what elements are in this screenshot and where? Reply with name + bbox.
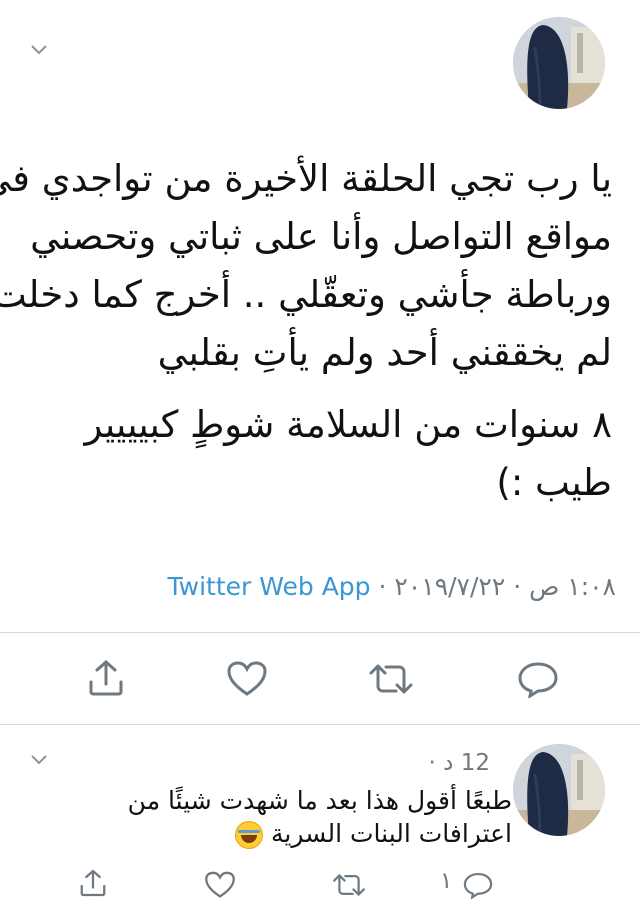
tweet-line: ورباطة جأشي وتعقّلي .. أخرج كما دخلت bbox=[0, 273, 612, 316]
reply-count: ١ bbox=[440, 868, 453, 894]
tweet-date: ٢٠١٩/٧/٢٢ bbox=[394, 572, 506, 601]
tweet-line: يا رب تجي الحلقة الأخيرة من تواجدي في bbox=[0, 157, 612, 200]
avatar-image bbox=[513, 744, 605, 836]
divider bbox=[0, 632, 640, 633]
meta-separator: · bbox=[428, 750, 436, 776]
reply-avatar[interactable] bbox=[513, 744, 605, 836]
divider bbox=[0, 724, 640, 725]
retweet-icon[interactable] bbox=[332, 872, 366, 898]
tweet-actions bbox=[0, 650, 640, 710]
reply-header: 12 د · bbox=[429, 750, 490, 776]
chevron-down-icon[interactable] bbox=[30, 44, 48, 56]
reply-line: طبعًا أقول هذا بعد ما شهدت شيئًا من bbox=[127, 786, 512, 815]
speech-bubble-icon[interactable] bbox=[516, 660, 560, 698]
reply-line-text: اعترافات البنات السرية bbox=[271, 819, 512, 848]
heart-icon[interactable] bbox=[226, 660, 268, 698]
tweet-line: ٨ سنوات من السلامة شوطٍ كبيييير bbox=[84, 403, 612, 446]
face-with-tears-of-joy-emoji bbox=[235, 821, 264, 849]
retweet-icon[interactable] bbox=[368, 662, 414, 696]
tweet-line: طيب :) bbox=[496, 461, 612, 504]
reply-actions: ١ bbox=[0, 862, 640, 913]
meta-separator: · bbox=[513, 572, 522, 601]
share-upload-icon[interactable] bbox=[86, 658, 126, 698]
tweet-time: ١:٠٨ ص bbox=[529, 572, 616, 601]
avatar-image bbox=[513, 17, 605, 109]
tweet-source-link[interactable]: Twitter Web App bbox=[168, 572, 371, 601]
chevron-down-icon[interactable] bbox=[30, 754, 48, 766]
tweet-line: مواقع التواصل وأنا على ثباتي وتحصني bbox=[30, 215, 612, 258]
share-upload-icon[interactable] bbox=[78, 868, 108, 898]
speech-bubble-icon[interactable] bbox=[462, 870, 494, 900]
tweet-text: يا رب تجي الحلقة الأخيرة من تواجدي في مو… bbox=[0, 150, 612, 512]
reply-line: اعترافات البنات السرية bbox=[42, 817, 512, 850]
reply-text: طبعًا أقول هذا بعد ما شهدت شيئًا من اعتر… bbox=[42, 784, 512, 850]
avatar[interactable] bbox=[513, 17, 605, 109]
reply-age: 12 د bbox=[443, 750, 490, 776]
heart-icon[interactable] bbox=[204, 870, 236, 900]
tweet-line: لم يخققني أحد ولم يأتِ بقلبي bbox=[157, 331, 612, 374]
tweet-meta: ١:٠٨ ص · ٢٠١٩/٧/٢٢ · Twitter Web App bbox=[168, 572, 616, 601]
meta-separator: · bbox=[378, 572, 387, 601]
